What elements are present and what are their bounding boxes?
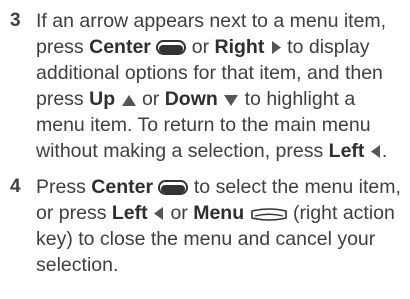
text-run: or (136, 88, 165, 110)
step-number: 3 (10, 10, 21, 31)
text-run: . (381, 140, 388, 162)
step-number: 4 (10, 176, 21, 197)
center-key-label: Center (89, 36, 151, 58)
left-key-label: Left (328, 140, 365, 162)
left-arrow-icon (370, 144, 382, 159)
step-text: If an arrow appears next to a menu item,… (36, 8, 406, 164)
up-arrow-icon (121, 94, 137, 107)
text-run: or (186, 36, 215, 58)
left-key-label: Left (111, 202, 148, 224)
center-key-icon (158, 180, 189, 195)
text-run: Press (36, 176, 92, 198)
step-text: Press Center to select the menu item, or… (36, 174, 406, 278)
right-key-label: Right (214, 36, 265, 58)
right-arrow-icon (270, 40, 282, 55)
down-key-label: Down (164, 88, 218, 110)
step-4: 4 Press Center to select the menu item, … (10, 174, 406, 278)
instruction-steps: 3 If an arrow appears next to a menu ite… (10, 8, 406, 278)
center-key-icon (156, 40, 187, 55)
down-arrow-icon (223, 94, 239, 107)
center-key-label: Center (91, 176, 154, 198)
step-3: 3 If an arrow appears next to a menu ite… (10, 8, 406, 164)
up-key-label: Up (89, 88, 116, 110)
menu-key-icon (250, 208, 288, 221)
menu-key-label: Menu (193, 202, 245, 224)
text-run: or (165, 202, 194, 224)
left-arrow-icon (153, 206, 165, 221)
